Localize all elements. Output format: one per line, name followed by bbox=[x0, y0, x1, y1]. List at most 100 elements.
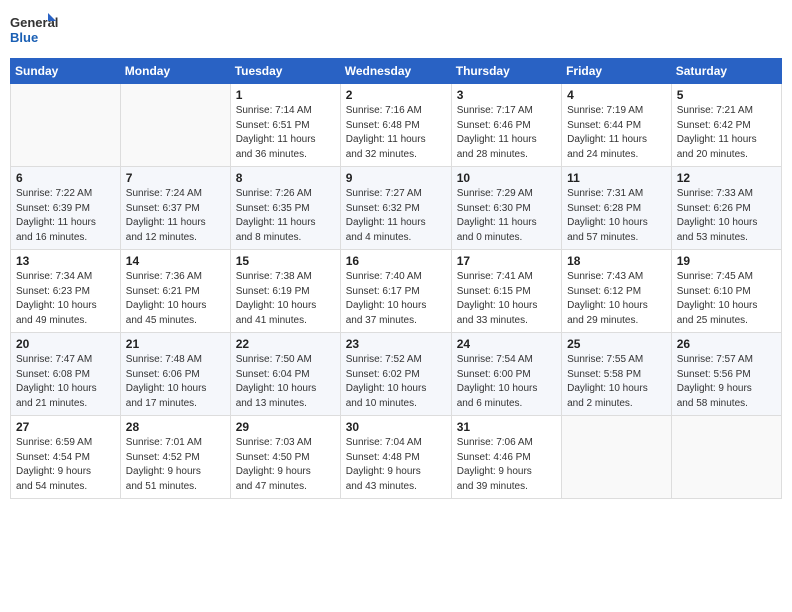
day-info: Sunrise: 7:45 AMSunset: 6:10 PMDaylight:… bbox=[677, 270, 776, 328]
day-info: Sunrise: 7:26 AMSunset: 6:35 PMDaylight:… bbox=[236, 187, 335, 245]
day-number: 28 bbox=[126, 420, 225, 434]
day-number: 31 bbox=[457, 420, 556, 434]
day-info: Sunrise: 7:19 AMSunset: 6:44 PMDaylight:… bbox=[567, 104, 666, 162]
calendar-cell: 16 Sunrise: 7:40 AMSunset: 6:17 PMDayligh… bbox=[340, 250, 451, 333]
day-info: Sunrise: 7:54 AMSunset: 6:00 PMDaylight:… bbox=[457, 353, 556, 411]
day-number: 19 bbox=[677, 254, 776, 268]
day-info: Sunrise: 7:43 AMSunset: 6:12 PMDaylight:… bbox=[567, 270, 666, 328]
calendar-cell: 12 Sunrise: 7:33 AMSunset: 6:26 PMDayligh… bbox=[671, 167, 781, 250]
day-number: 8 bbox=[236, 171, 335, 185]
calendar-week-row: 6 Sunrise: 7:22 AMSunset: 6:39 PMDaylight… bbox=[11, 167, 782, 250]
weekday-header: Monday bbox=[120, 59, 230, 84]
logo: GeneralBlue bbox=[10, 10, 60, 50]
day-info: Sunrise: 7:17 AMSunset: 6:46 PMDaylight:… bbox=[457, 104, 556, 162]
day-info: Sunrise: 7:52 AMSunset: 6:02 PMDaylight:… bbox=[346, 353, 446, 411]
day-number: 27 bbox=[16, 420, 115, 434]
day-info: Sunrise: 7:48 AMSunset: 6:06 PMDaylight:… bbox=[126, 353, 225, 411]
calendar-cell: 19 Sunrise: 7:45 AMSunset: 6:10 PMDayligh… bbox=[671, 250, 781, 333]
day-number: 9 bbox=[346, 171, 446, 185]
day-info: Sunrise: 7:24 AMSunset: 6:37 PMDaylight:… bbox=[126, 187, 225, 245]
day-number: 11 bbox=[567, 171, 666, 185]
day-info: Sunrise: 7:06 AMSunset: 4:46 PMDaylight:… bbox=[457, 436, 556, 494]
day-info: Sunrise: 7:36 AMSunset: 6:21 PMDaylight:… bbox=[126, 270, 225, 328]
calendar-cell: 28 Sunrise: 7:01 AMSunset: 4:52 PMDayligh… bbox=[120, 416, 230, 499]
header-row: SundayMondayTuesdayWednesdayThursdayFrid… bbox=[11, 59, 782, 84]
day-number: 2 bbox=[346, 88, 446, 102]
calendar-cell: 24 Sunrise: 7:54 AMSunset: 6:00 PMDayligh… bbox=[451, 333, 561, 416]
day-info: Sunrise: 7:40 AMSunset: 6:17 PMDaylight:… bbox=[346, 270, 446, 328]
day-info: Sunrise: 7:38 AMSunset: 6:19 PMDaylight:… bbox=[236, 270, 335, 328]
day-number: 10 bbox=[457, 171, 556, 185]
day-info: Sunrise: 7:31 AMSunset: 6:28 PMDaylight:… bbox=[567, 187, 666, 245]
calendar-cell: 5 Sunrise: 7:21 AMSunset: 6:42 PMDaylight… bbox=[671, 84, 781, 167]
calendar-week-row: 27Sunrise: 6:59 AMSunset: 4:54 PMDayligh… bbox=[11, 416, 782, 499]
calendar-cell bbox=[11, 84, 121, 167]
day-number: 25 bbox=[567, 337, 666, 351]
calendar-cell: 21 Sunrise: 7:48 AMSunset: 6:06 PMDayligh… bbox=[120, 333, 230, 416]
day-number: 18 bbox=[567, 254, 666, 268]
day-number: 12 bbox=[677, 171, 776, 185]
day-info: Sunrise: 7:29 AMSunset: 6:30 PMDaylight:… bbox=[457, 187, 556, 245]
day-number: 4 bbox=[567, 88, 666, 102]
calendar-cell: 14 Sunrise: 7:36 AMSunset: 6:21 PMDayligh… bbox=[120, 250, 230, 333]
day-info: Sunrise: 7:21 AMSunset: 6:42 PMDaylight:… bbox=[677, 104, 776, 162]
page-header: GeneralBlue bbox=[10, 10, 782, 50]
day-number: 26 bbox=[677, 337, 776, 351]
day-number: 6 bbox=[16, 171, 115, 185]
calendar-cell: 27Sunrise: 6:59 AMSunset: 4:54 PMDayligh… bbox=[11, 416, 121, 499]
calendar-cell bbox=[671, 416, 781, 499]
day-number: 1 bbox=[236, 88, 335, 102]
day-number: 16 bbox=[346, 254, 446, 268]
day-number: 23 bbox=[346, 337, 446, 351]
day-number: 15 bbox=[236, 254, 335, 268]
weekday-header: Sunday bbox=[11, 59, 121, 84]
calendar-cell: 23 Sunrise: 7:52 AMSunset: 6:02 PMDayligh… bbox=[340, 333, 451, 416]
day-number: 14 bbox=[126, 254, 225, 268]
day-number: 5 bbox=[677, 88, 776, 102]
calendar-cell bbox=[562, 416, 672, 499]
calendar-cell: 3 Sunrise: 7:17 AMSunset: 6:46 PMDaylight… bbox=[451, 84, 561, 167]
day-info: Sunrise: 7:01 AMSunset: 4:52 PMDaylight:… bbox=[126, 436, 225, 494]
calendar-cell: 17 Sunrise: 7:41 AMSunset: 6:15 PMDayligh… bbox=[451, 250, 561, 333]
day-info: Sunrise: 7:03 AMSunset: 4:50 PMDaylight:… bbox=[236, 436, 335, 494]
weekday-header: Tuesday bbox=[230, 59, 340, 84]
day-number: 13 bbox=[16, 254, 115, 268]
calendar-cell: 8 Sunrise: 7:26 AMSunset: 6:35 PMDaylight… bbox=[230, 167, 340, 250]
day-number: 7 bbox=[126, 171, 225, 185]
day-number: 17 bbox=[457, 254, 556, 268]
day-number: 22 bbox=[236, 337, 335, 351]
day-info: Sunrise: 7:55 AMSunset: 5:58 PMDaylight:… bbox=[567, 353, 666, 411]
calendar-cell: 22 Sunrise: 7:50 AMSunset: 6:04 PMDayligh… bbox=[230, 333, 340, 416]
day-number: 21 bbox=[126, 337, 225, 351]
calendar-cell: 6 Sunrise: 7:22 AMSunset: 6:39 PMDaylight… bbox=[11, 167, 121, 250]
calendar-cell: 20Sunrise: 7:47 AMSunset: 6:08 PMDayligh… bbox=[11, 333, 121, 416]
day-info: Sunrise: 7:33 AMSunset: 6:26 PMDaylight:… bbox=[677, 187, 776, 245]
calendar-cell: 10 Sunrise: 7:29 AMSunset: 6:30 PMDayligh… bbox=[451, 167, 561, 250]
calendar-cell: 29 Sunrise: 7:03 AMSunset: 4:50 PMDayligh… bbox=[230, 416, 340, 499]
calendar-cell: 25 Sunrise: 7:55 AMSunset: 5:58 PMDayligh… bbox=[562, 333, 672, 416]
calendar-cell: 7 Sunrise: 7:24 AMSunset: 6:37 PMDaylight… bbox=[120, 167, 230, 250]
calendar-cell: 15 Sunrise: 7:38 AMSunset: 6:19 PMDayligh… bbox=[230, 250, 340, 333]
calendar-cell: 13 Sunrise: 7:34 AMSunset: 6:23 PMDayligh… bbox=[11, 250, 121, 333]
day-info: Sunrise: 7:57 AMSunset: 5:56 PMDaylight:… bbox=[677, 353, 776, 411]
weekday-header: Friday bbox=[562, 59, 672, 84]
day-info: Sunrise: 7:34 AMSunset: 6:23 PMDaylight:… bbox=[16, 270, 115, 328]
day-number: 24 bbox=[457, 337, 556, 351]
day-info: Sunrise: 7:14 AMSunset: 6:51 PMDaylight:… bbox=[236, 104, 335, 162]
logo-icon: GeneralBlue bbox=[10, 10, 60, 50]
day-number: 29 bbox=[236, 420, 335, 434]
day-info: Sunrise: 7:04 AMSunset: 4:48 PMDaylight:… bbox=[346, 436, 446, 494]
day-number: 3 bbox=[457, 88, 556, 102]
calendar-cell: 1 Sunrise: 7:14 AMSunset: 6:51 PMDaylight… bbox=[230, 84, 340, 167]
day-info: Sunrise: 7:22 AMSunset: 6:39 PMDaylight:… bbox=[16, 187, 115, 245]
calendar-week-row: 13 Sunrise: 7:34 AMSunset: 6:23 PMDayligh… bbox=[11, 250, 782, 333]
day-info: Sunrise: 7:16 AMSunset: 6:48 PMDaylight:… bbox=[346, 104, 446, 162]
day-info: Sunrise: 7:50 AMSunset: 6:04 PMDaylight:… bbox=[236, 353, 335, 411]
calendar-cell: 9Sunrise: 7:27 AMSunset: 6:32 PMDaylight… bbox=[340, 167, 451, 250]
calendar-cell: 26 Sunrise: 7:57 AMSunset: 5:56 PMDayligh… bbox=[671, 333, 781, 416]
weekday-header: Wednesday bbox=[340, 59, 451, 84]
calendar-cell bbox=[120, 84, 230, 167]
day-info: Sunrise: 7:41 AMSunset: 6:15 PMDaylight:… bbox=[457, 270, 556, 328]
calendar-cell: 4 Sunrise: 7:19 AMSunset: 6:44 PMDaylight… bbox=[562, 84, 672, 167]
calendar-cell: 31 Sunrise: 7:06 AMSunset: 4:46 PMDayligh… bbox=[451, 416, 561, 499]
